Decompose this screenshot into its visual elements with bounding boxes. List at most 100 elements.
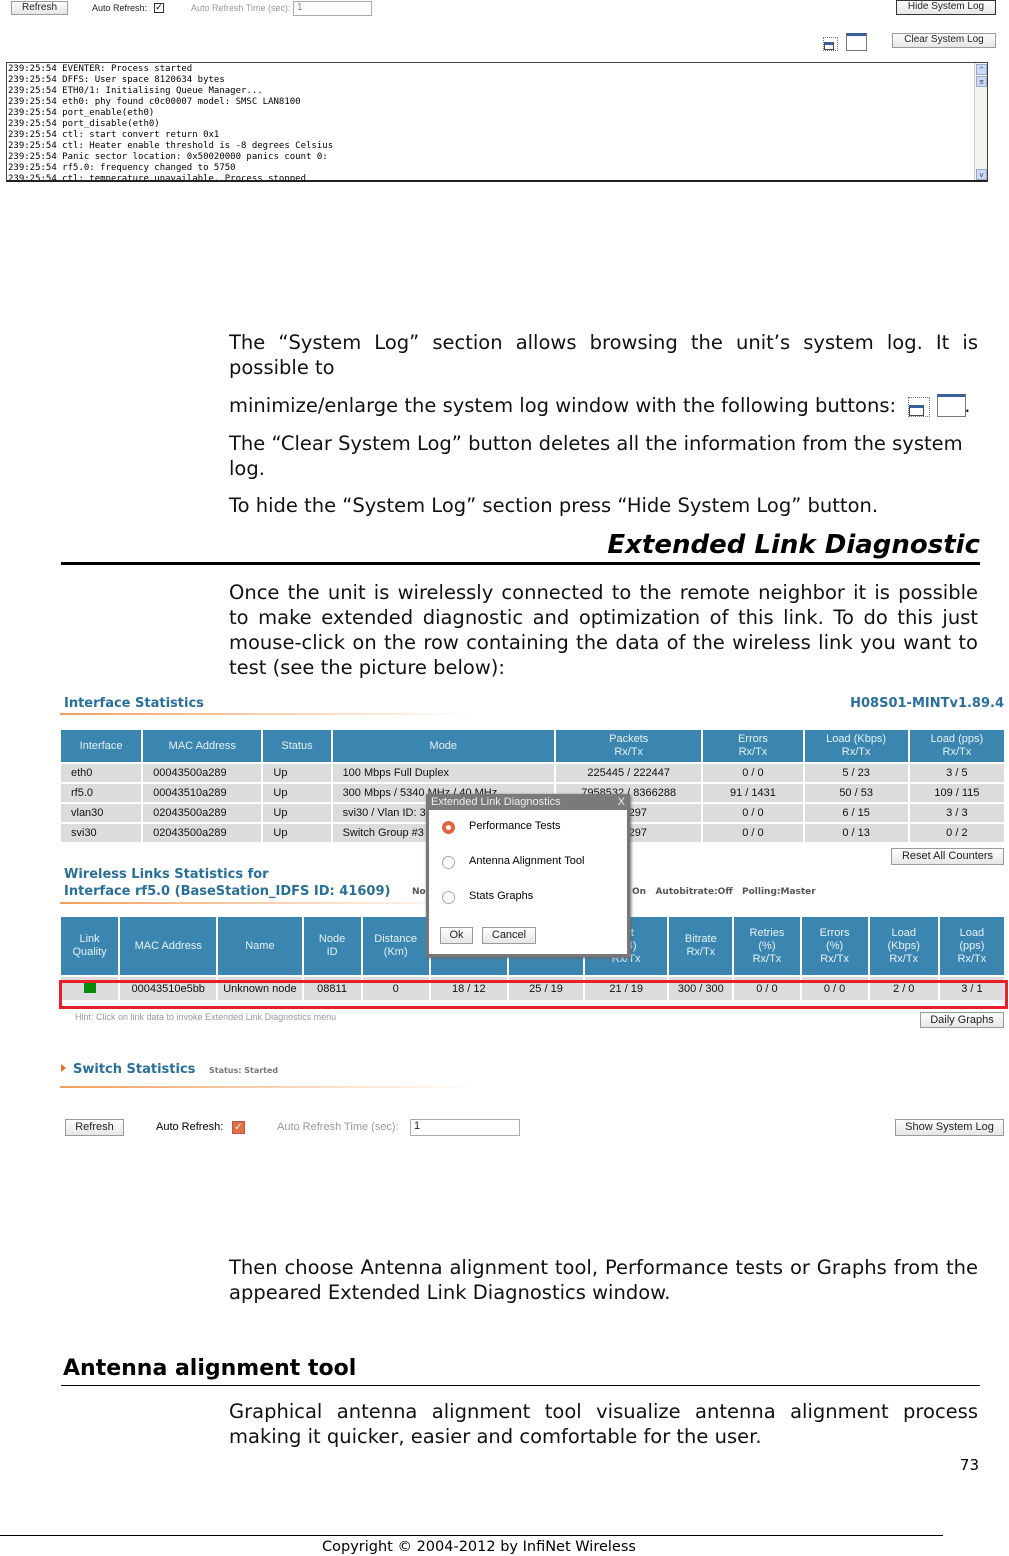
heading-extended-link-diagnostic: Extended Link Diagnostic [607,530,980,560]
column-header: MAC Address [141,728,264,764]
table-cell[interactable]: 109 / 115 [907,782,1007,804]
text-span: minimize/enlarge the system log window w… [229,394,897,417]
paragraph-choose-tool: Then choose Antenna alignment tool, Perf… [229,1256,978,1304]
table-cell[interactable]: 91 / 1431 [701,782,805,804]
auto-refresh-time-input[interactable]: 1 [293,1,372,16]
auto-refresh-time-label: Auto Refresh Time (sec): [191,3,291,13]
radio-stats-graphs[interactable] [442,891,455,904]
switch-auto-refresh-time-label: Auto Refresh Time (sec): [277,1121,399,1133]
hint-text: Hint: Click on link data to invoke Exten… [75,1012,337,1022]
show-system-log-button[interactable]: Show System Log [895,1119,1004,1136]
reset-all-counters-button[interactable]: Reset All Counters [891,848,1004,865]
dialog-title: Extended Link Diagnostics [431,796,561,808]
log-line: 239:25:54 ctl: start convert return 0x1 [8,130,220,140]
column-header: Errors (%) Rx/Tx [799,915,870,977]
wireless-links-title-line1: Wireless Links Statistics for [64,867,269,882]
cancel-button[interactable]: Cancel [482,927,536,944]
column-header: Packets Rx/Tx [554,728,704,764]
table-cell[interactable]: 100 Mbps Full Duplex [330,762,557,784]
table-cell[interactable]: 02043500a289 [141,802,264,824]
table-cell[interactable]: 0 / 2 [907,822,1007,844]
expand-arrow-icon[interactable] [61,1064,66,1072]
auto-refresh-checkbox[interactable]: ✓ [154,3,164,13]
log-line: 239:25:54 ETH0/1: Initialising Queue Man… [8,86,263,96]
table-cell[interactable]: 0 / 0 [701,802,805,824]
table-row[interactable]: eth0 00043500a289 Up 100 Mbps Full Duplex 22… [58,762,1007,784]
table-cell[interactable]: 3 / 5 [907,762,1007,784]
ok-button[interactable]: Ok [440,927,473,944]
table-cell[interactable]: svi30 [58,822,144,844]
wireless-info-right: On Autobitrate:Off Polling:Master [632,887,816,897]
option-performance-tests[interactable]: Performance Tests [469,820,561,832]
table-cell[interactable]: 225445 / 222447 [554,762,704,784]
column-header: Node ID [301,915,363,977]
section-underline [60,1086,480,1088]
table-cell[interactable]: vlan30 [58,802,144,824]
close-icon[interactable]: X [618,794,625,810]
table-cell[interactable]: 6 / 15 [802,802,910,824]
option-antenna-alignment-tool[interactable]: Antenna Alignment Tool [469,855,584,867]
table-cell[interactable]: eth0 [58,762,144,784]
log-line: 239:25:54 DFFS: User space 8120634 bytes [8,75,225,85]
daily-graphs-button[interactable]: Daily Graphs [920,1012,1004,1028]
log-line: 239:25:54 ctl: temperature unavailable. … [8,174,307,182]
column-header: Load (Kbps) Rx/Tx [802,728,910,764]
column-header: Retries (%) Rx/Tx [732,915,802,977]
interface-statistics-title: Interface Statistics [64,696,204,711]
heading-antenna-alignment-tool: Antenna alignment tool [63,1356,357,1381]
extended-link-diagnostics-dialog: Extended Link Diagnostics X Performance T… [426,794,630,957]
device-firmware-label: H08S01-MINTv1.89.4 [850,696,1004,711]
column-header: Status [261,728,333,764]
switch-refresh-button[interactable]: Refresh [65,1119,124,1136]
log-scrollbar[interactable]: ^ ≡ v [974,63,987,180]
system-log-window[interactable]: ^ ≡ v 239:25:54 EVENTER: Process started… [6,62,988,182]
paragraph-antenna-alignment: Graphical antenna alignment tool visuali… [229,1400,978,1448]
column-header: Load (Kbps) Rx/Tx [867,915,940,977]
table-cell[interactable]: Up [261,822,333,844]
table-cell[interactable]: 02043500a289 [141,822,264,844]
minimize-log-icon[interactable] [823,37,838,51]
dialog-title-bar: Extended Link Diagnostics X [429,794,627,810]
scroll-down-icon[interactable]: v [976,169,987,180]
table-cell[interactable]: 3 / 3 [907,802,1007,824]
table-header-row: Interface MAC Address Status Mode Packets Rx/… [58,728,1007,764]
scroll-up-icon[interactable]: ^ [976,64,987,75]
table-cell[interactable]: 0 / 0 [701,822,805,844]
table-cell[interactable]: 5 / 23 [802,762,910,784]
copyright: Copyright © 2004-2012 by InfiNet Wireles… [322,1539,636,1555]
radio-performance-tests[interactable] [442,821,455,834]
section-underline [60,902,480,904]
hide-system-log-button[interactable]: Hide System Log [896,0,996,15]
switch-auto-refresh-checkbox[interactable]: ✓ [232,1121,245,1134]
column-header: Link Quality [58,915,121,977]
heading-rule [61,562,980,565]
table-cell[interactable]: 00043510a289 [141,782,264,804]
log-size-buttons-icon [902,394,967,417]
table-cell[interactable]: 0 / 0 [701,762,805,784]
switch-auto-refresh-label: Auto Refresh: [156,1121,224,1133]
table-cell[interactable]: Up [261,762,333,784]
log-line: 239:25:54 EVENTER: Process started [8,64,193,74]
table-cell[interactable]: rf5.0 [58,782,144,804]
text-line: To hide the “System Log” section press “… [229,494,879,517]
column-header: Load (pps) Rx/Tx [907,728,1007,764]
radio-antenna-alignment-tool[interactable] [442,856,455,869]
table-cell[interactable]: 50 / 53 [802,782,910,804]
table-cell[interactable]: 0 / 13 [802,822,910,844]
log-line: 239:25:54 port_disable(eth0) [8,119,160,129]
clear-system-log-button[interactable]: Clear System Log [892,33,996,48]
option-stats-graphs[interactable]: Stats Graphs [469,890,533,902]
column-header: Bitrate Rx/Tx [667,915,735,977]
table-cell[interactable]: Up [261,782,333,804]
page-number: 73 [959,1456,979,1474]
refresh-button[interactable]: Refresh [11,1,68,15]
switch-auto-refresh-time-input[interactable]: 1 [410,1119,520,1136]
scroll-thumb[interactable]: ≡ [976,76,987,87]
table-cell[interactable]: 00043500a289 [141,762,264,784]
table-cell[interactable]: Up [261,802,333,824]
log-line: 239:25:54 ctl: Heater enable threshold i… [8,141,334,151]
enlarge-log-icon[interactable] [846,33,867,51]
switch-statistics-title[interactable]: Switch Statistics [73,1062,195,1077]
text-line: minimize/enlarge the system log window w… [229,393,978,418]
column-header: Errors Rx/Tx [701,728,805,764]
